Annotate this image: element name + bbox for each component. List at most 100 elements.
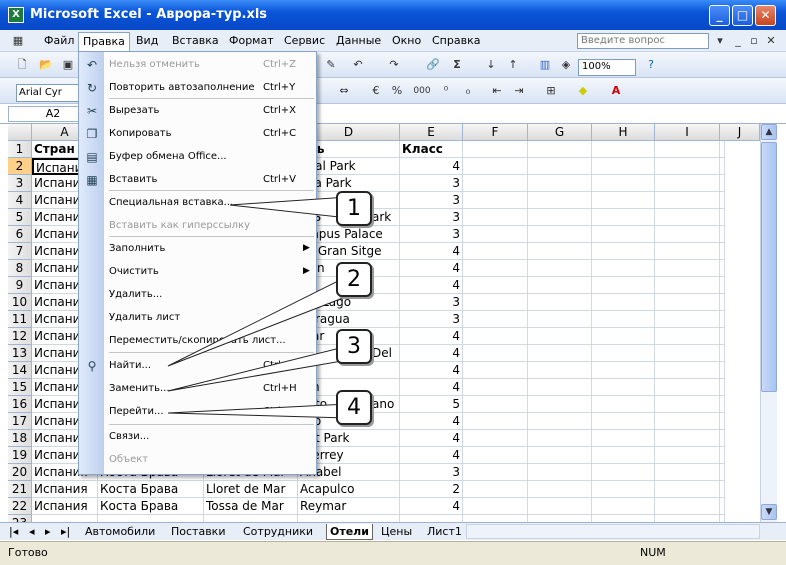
edit-menu-item[interactable]: Объект xyxy=(79,450,316,470)
cell[interactable] xyxy=(463,158,528,175)
cell[interactable] xyxy=(528,192,592,209)
scroll-up-icon[interactable]: ▲ xyxy=(761,124,777,140)
scroll-down-icon[interactable]: ▼ xyxy=(761,504,777,520)
cell-class[interactable]: 2 xyxy=(400,481,463,498)
cell[interactable] xyxy=(463,379,528,396)
sheet-tab-cars[interactable]: Автомобили xyxy=(82,524,158,540)
cell[interactable] xyxy=(655,158,720,175)
cell[interactable] xyxy=(592,311,655,328)
sheet-tab-prices[interactable]: Цены xyxy=(378,524,415,540)
redo-toolbar-icon[interactable]: ↷ xyxy=(386,57,402,73)
sort-asc-icon[interactable]: ↓ xyxy=(483,57,499,73)
row-header[interactable]: 22 xyxy=(8,498,32,515)
cell[interactable] xyxy=(463,498,528,515)
cell[interactable] xyxy=(720,277,725,294)
row-header[interactable]: 5 xyxy=(8,209,32,226)
edit-menu-item[interactable]: Вставить как гиперссылку xyxy=(79,216,316,236)
cell-class[interactable]: 3 xyxy=(400,294,463,311)
menu-help[interactable]: Справка xyxy=(432,34,480,47)
row-header[interactable]: 2 xyxy=(8,158,32,175)
cell[interactable] xyxy=(592,430,655,447)
menu-tools[interactable]: Сервис xyxy=(284,34,325,47)
undo-toolbar-icon[interactable]: ↶ xyxy=(350,57,366,73)
cell[interactable] xyxy=(528,515,592,522)
cell[interactable] xyxy=(463,328,528,345)
cell[interactable] xyxy=(528,430,592,447)
sheet-tab-employees[interactable]: Сотрудники xyxy=(240,524,316,540)
cell[interactable] xyxy=(655,311,720,328)
sheet-tab-supplies[interactable]: Поставки xyxy=(168,524,228,540)
cell[interactable] xyxy=(528,447,592,464)
doc-minimize-icon[interactable]: _ xyxy=(730,33,746,49)
sort-desc-icon[interactable]: ↑ xyxy=(505,57,521,73)
row-header[interactable]: 20 xyxy=(8,464,32,481)
cell-class[interactable]: 4 xyxy=(400,260,463,277)
cell[interactable] xyxy=(528,141,592,158)
maximize-button[interactable]: □ xyxy=(732,5,753,26)
cell[interactable] xyxy=(528,175,592,192)
cell[interactable] xyxy=(592,260,655,277)
cell[interactable] xyxy=(655,464,720,481)
menu-window[interactable]: Окно xyxy=(392,34,421,47)
cell[interactable] xyxy=(720,260,725,277)
cell-class[interactable]: 4 xyxy=(400,277,463,294)
cell[interactable] xyxy=(528,481,592,498)
cell[interactable] xyxy=(592,243,655,260)
decrease-indent-icon[interactable]: ⇤ xyxy=(489,83,505,99)
cell-class[interactable]: 4 xyxy=(400,430,463,447)
cell[interactable] xyxy=(528,345,592,362)
sheet-tab-sheet1[interactable]: Лист1 xyxy=(424,524,465,540)
excel-icon[interactable]: X xyxy=(8,7,24,23)
format-painter-icon[interactable]: ✎ xyxy=(323,57,339,73)
ask-question-input[interactable]: Введите вопрос xyxy=(577,33,709,49)
menu-edit[interactable]: Правка xyxy=(78,32,130,52)
cell[interactable] xyxy=(720,345,725,362)
cell[interactable] xyxy=(655,328,720,345)
autosum-icon[interactable]: Σ xyxy=(449,57,465,73)
doc-restore-icon[interactable]: ▫ xyxy=(746,33,762,49)
cell[interactable] xyxy=(592,413,655,430)
edit-menu-item[interactable]: Заменить... Ctrl+H xyxy=(79,379,316,399)
cell[interactable] xyxy=(463,175,528,192)
cell[interactable] xyxy=(655,396,720,413)
cell-hotel[interactable]: Reymar xyxy=(298,498,400,515)
row-header[interactable]: 12 xyxy=(8,328,32,345)
close-button[interactable]: ✕ xyxy=(755,5,776,26)
cell[interactable] xyxy=(463,226,528,243)
cell[interactable] xyxy=(463,515,528,522)
menu-format[interactable]: Формат xyxy=(229,34,274,47)
cell[interactable] xyxy=(720,498,725,515)
cell[interactable] xyxy=(592,498,655,515)
cell-class[interactable]: 3 xyxy=(400,175,463,192)
cell-class[interactable]: 3 xyxy=(400,226,463,243)
font-color-icon[interactable]: A xyxy=(608,83,624,99)
row-header[interactable]: 15 xyxy=(8,379,32,396)
cell[interactable] xyxy=(528,464,592,481)
tab-last-icon[interactable]: ▸| xyxy=(58,524,73,540)
cell[interactable] xyxy=(655,175,720,192)
cell-class[interactable]: 5 xyxy=(400,396,463,413)
tab-first-icon[interactable]: |◂ xyxy=(6,524,21,540)
cell[interactable] xyxy=(528,362,592,379)
edit-menu-item[interactable]: ↻ Повторить автозаполнение Ctrl+Y xyxy=(79,78,316,98)
cell[interactable] xyxy=(528,379,592,396)
cell-region[interactable]: Коста Брава xyxy=(98,481,204,498)
cell[interactable] xyxy=(655,192,720,209)
doc-close-icon[interactable]: ✕ xyxy=(763,33,779,49)
cell[interactable] xyxy=(528,328,592,345)
cell[interactable] xyxy=(463,294,528,311)
cell[interactable] xyxy=(463,345,528,362)
cell[interactable] xyxy=(528,158,592,175)
cell[interactable] xyxy=(720,464,725,481)
cell[interactable] xyxy=(528,396,592,413)
cell[interactable] xyxy=(592,192,655,209)
row-header[interactable]: 7 xyxy=(8,243,32,260)
cell[interactable] xyxy=(463,141,528,158)
edit-menu-item[interactable]: Удалить лист xyxy=(79,308,316,328)
decrease-decimal-icon[interactable]: ₀ xyxy=(460,83,476,99)
cell-class[interactable]: 4 xyxy=(400,379,463,396)
chart-wizard-icon[interactable]: ▥ xyxy=(537,57,553,73)
edit-menu-item[interactable]: ↶ Нельзя отменить Ctrl+Z xyxy=(79,55,316,75)
cell[interactable] xyxy=(528,260,592,277)
cell[interactable] xyxy=(655,141,720,158)
